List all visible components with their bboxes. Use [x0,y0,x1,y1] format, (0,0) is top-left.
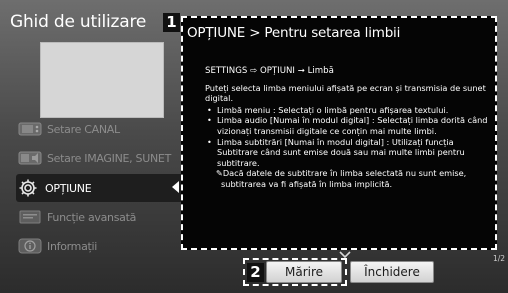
settings-path: SETTINGS ⇨ OPȚIUNI ➞ Limbă [205,66,334,76]
sidebar-item-label: Informații [47,239,98,253]
note-text: ✎Dacă datele de subtitrare în limba sele… [216,168,467,189]
list-item: Limbă meniu : Selectați o limbă pentru a… [207,105,490,116]
list-item: Limba audio [Numai în modul digital] : S… [207,115,490,136]
sidebar-item-advanced-function[interactable]: Funcție avansată [18,204,182,230]
sidebar-item-label: Funcție avansată [47,210,137,224]
sidebar-item-picture-sound[interactable]: Setare IMAGINE, SUNET [18,145,182,171]
advanced-function-icon [18,209,42,226]
user-guide-screen: Ghid de utilizare Setare CANAL Setare IM… [0,0,508,293]
bullet-list: Limbă meniu : Selectați o limbă pentru a… [207,105,490,169]
close-button[interactable]: Închidere [350,261,434,283]
panel-intro: Puteți selecta limba meniului afișată pe… [205,82,486,104]
active-item-arrow-icon [172,181,179,193]
gear-icon [16,179,40,197]
sidebar-item-option[interactable]: OPȚIUNE [16,174,194,202]
callout-badge: 2 [247,263,264,282]
sidebar-item-label: Setare IMAGINE, SUNET [47,151,171,165]
sidebar-item-label: OPȚIUNE [45,181,92,195]
sidebar-item-channel-setup[interactable]: Setare CANAL [18,116,182,142]
picture-sound-icon [18,150,42,167]
info-icon [18,238,42,255]
panel-title: OPȚIUNE > Pentru setarea limbii [187,25,401,41]
panel-body: SETTINGS ⇨ OPȚIUNI ➞ Limbă Puteți select… [205,66,490,190]
sidebar-item-label: Setare CANAL [47,122,120,136]
callout-badge: 1 [163,13,180,32]
sidebar-item-information[interactable]: Informații [18,233,182,259]
zoom-button[interactable]: Mărire [266,261,342,283]
preview-thumbnail [40,42,164,118]
page-indicator: 1/2 [493,254,506,263]
guide-title: Ghid de utilizare [10,12,147,32]
channel-icon [18,121,42,138]
list-item: Limba subtitrări [Numai în modul digital… [207,137,490,169]
